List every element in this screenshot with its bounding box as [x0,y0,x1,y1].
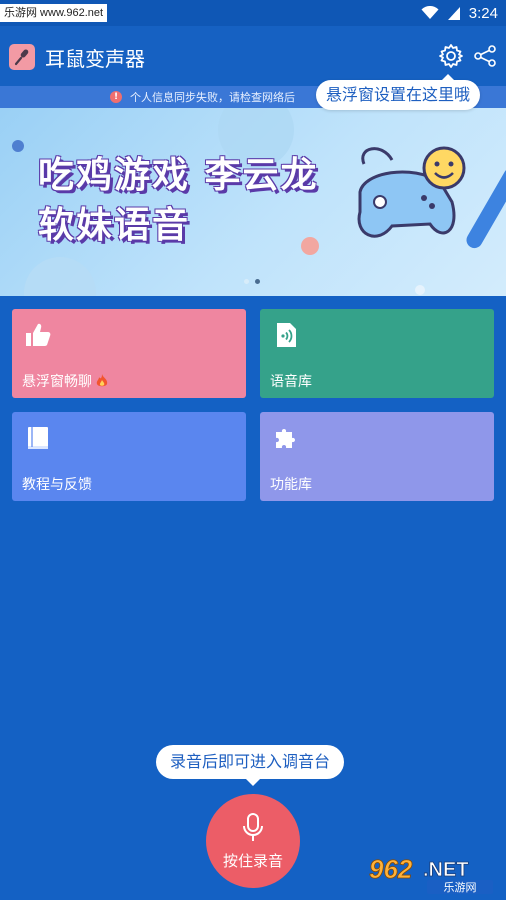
voice-file-icon [277,323,296,347]
notice-text: 个人信息同步失败，请检查网络后 [130,91,295,104]
pager-dot[interactable] [244,279,249,284]
card-label: 教程与反馈 [22,477,92,493]
record-button-label: 按住录音 [222,852,283,870]
card-floating-chat[interactable]: 悬浮窗畅聊 [12,309,246,398]
status-icons: 3:24 [421,3,498,23]
card-label: 悬浮窗畅聊 [22,374,92,390]
fire-icon [96,374,108,387]
hold-to-record-button[interactable]: 按住录音 [206,794,300,888]
settings-tooltip: 悬浮窗设置在这里哦 [316,74,481,110]
card-label: 语音库 [270,374,312,390]
clock: 3:24 [468,4,498,22]
svg-text:.NET: .NET [423,859,469,881]
banner-pager [244,279,260,284]
app-title: 耳鼠变声器 [45,47,145,71]
watermark-top-left: 乐游网 www.962.net [0,4,108,22]
record-tooltip: 录音后即可进入调音台 [156,745,345,786]
card-tutorial-feedback[interactable]: 教程与反馈 [12,412,246,501]
card-voice-library[interactable]: 语音库 [260,309,494,398]
app-bar: 耳鼠变声器 [0,26,506,86]
watermark-logo: 962 .NET 乐游网 [363,850,503,896]
gamepad-illustration [357,146,466,238]
gear-icon[interactable] [438,43,464,69]
warning-icon: ! [110,91,122,103]
svg-text:乐游网: 乐游网 [444,881,477,894]
card-function-library[interactable]: 功能库 [260,412,494,501]
book-icon [28,427,48,449]
share-icon[interactable] [473,44,497,68]
banner-subheadline: 软妹语音 [38,205,191,246]
microphone-app-icon [9,44,35,70]
microphone-icon [243,813,263,841]
svg-text:962: 962 [369,854,413,884]
promo-banner[interactable]: 吃鸡游戏 李云龙 软妹语音 [0,108,506,296]
wifi-icon [421,6,439,19]
banner-headline: 吃鸡游戏 李云龙 [38,155,319,196]
puzzle-icon [276,429,295,448]
thumbs-up-icon [26,323,51,346]
pager-dot-active[interactable] [255,279,260,284]
status-bar: 乐游网 www.962.net 3:24 [0,0,506,26]
card-label: 功能库 [270,477,312,493]
signal-icon [447,7,460,20]
